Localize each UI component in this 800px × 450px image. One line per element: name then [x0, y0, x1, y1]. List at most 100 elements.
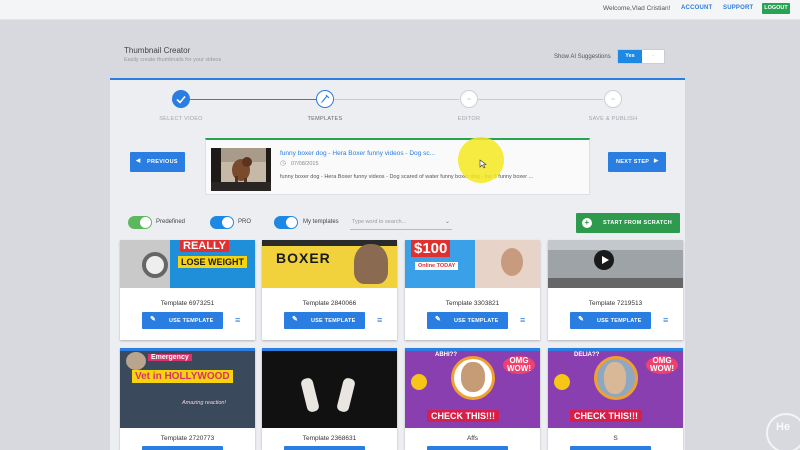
template-name: Template 2720773	[160, 435, 215, 442]
video-title[interactable]: funny boxer dog - Hera Boxer funny video…	[280, 150, 435, 157]
welcome-text: Welcome,Vlad Cristian!	[603, 5, 671, 12]
template-card[interactable]: DELIA?? OMG WOW! CHECK THIS!!! S	[548, 348, 683, 450]
use-template-icon: ✎	[435, 316, 441, 323]
ai-yes-option[interactable]: Yes	[618, 50, 642, 63]
panel-header: Thumbnail Creator Easily create thumbnai…	[110, 36, 685, 78]
thumbnail-text: DELIA??	[574, 352, 600, 358]
thumbnail-text: Emergency	[148, 354, 192, 361]
template-thumbnail: ABHI?? OMG WOW! CHECK THIS!!!	[405, 348, 540, 428]
use-template-button[interactable]: ✎ USE TEMPLATE	[570, 312, 651, 329]
thumbnail-text: CHECK THIS!!!	[427, 410, 499, 422]
video-thumbnail	[211, 148, 271, 191]
use-template-button[interactable]: ✎ USE TEMPLATE	[427, 312, 508, 329]
hamburger-menu-icon[interactable]: ≡	[663, 316, 668, 325]
logout-button[interactable]: LOGOUT	[762, 3, 790, 14]
next-icon: ▶	[654, 158, 659, 164]
hamburger-menu-icon[interactable]: ≡	[520, 316, 525, 325]
template-name: Affs	[466, 435, 479, 442]
use-template-label: USE TEMPLATE	[597, 318, 642, 324]
account-link[interactable]: ACCOUNT	[681, 5, 712, 11]
hamburger-menu-icon[interactable]: ≡	[235, 316, 240, 325]
thumbnail-text: CHECK THIS!!!	[570, 410, 642, 422]
predefined-toggle[interactable]	[128, 216, 152, 229]
step-publish-label: SAVE & PUBLISH	[588, 116, 638, 122]
play-icon	[602, 256, 609, 264]
previous-button[interactable]: ◀ PREVIOUS	[130, 152, 185, 172]
thumbnail-text: OMG WOW!	[503, 356, 535, 374]
template-card[interactable]: Template 2368631	[262, 348, 397, 450]
plus-icon: +	[582, 218, 592, 228]
panel-body: SELECT VIDEO TEMPLATES EDITOR SAVE & PUB…	[110, 80, 685, 450]
step-templates-icon[interactable]	[316, 90, 334, 108]
use-template-button[interactable]	[570, 446, 651, 450]
template-card[interactable]: $100 Online TODAY Template 3303821 ✎ USE…	[405, 240, 540, 340]
watermark-text: He	[776, 421, 791, 433]
thumbnail-text: LOSE WEIGHT	[178, 256, 247, 268]
template-card[interactable]: Template 7219513 ✎ USE TEMPLATE ≡	[548, 240, 683, 340]
template-thumbnail: REALLY LOSE WEIGHT	[120, 240, 255, 288]
next-step-label: NEXT STEP	[616, 159, 650, 165]
template-name: S	[613, 435, 618, 442]
search-placeholder: Type word to search...	[352, 219, 407, 225]
my-templates-label: My templates	[303, 219, 339, 225]
use-template-icon: ✎	[150, 316, 156, 323]
pro-toggle[interactable]	[210, 216, 234, 229]
template-name: Template 7219513	[588, 300, 643, 307]
step-editor-label: EDITOR	[457, 116, 481, 122]
video-date: 07/08/2015	[291, 161, 319, 167]
pro-label: PRO	[238, 219, 252, 225]
date-icon: ◷	[280, 160, 287, 167]
page-title: Thumbnail Creator	[124, 46, 191, 55]
ai-suggestions-toggle[interactable]: Yes ·	[617, 49, 665, 64]
template-name: Template 6973251	[160, 300, 215, 307]
template-thumbnail: $100 Online TODAY	[405, 240, 540, 288]
step-templates-label: TEMPLATES	[307, 116, 343, 122]
step-select-video-label: SELECT VIDEO	[159, 116, 203, 122]
watermark-logo: He	[766, 413, 800, 450]
use-template-label: USE TEMPLATE	[454, 318, 499, 324]
step-editor-icon[interactable]	[460, 90, 478, 108]
support-link[interactable]: SUPPORT	[723, 5, 753, 11]
thumbnail-creator-panel: Thumbnail Creator Easily create thumbnai…	[110, 36, 685, 450]
step-publish-icon[interactable]	[604, 90, 622, 108]
step-connector	[332, 99, 459, 100]
chevron-down-icon[interactable]: ⌄	[445, 218, 450, 225]
thumbnail-text: Vet in HOLLYWOOD	[132, 370, 233, 383]
page-subtitle: Easily create thumbnails for your videos	[124, 57, 222, 63]
next-step-button[interactable]: NEXT STEP ▶	[608, 152, 666, 172]
thumbnail-text: $100	[411, 240, 451, 257]
template-name: Template 2368631	[302, 435, 357, 442]
use-template-button[interactable]	[427, 446, 508, 450]
use-template-label: USE TEMPLATE	[311, 318, 356, 324]
thumbnail-text: ABHI??	[435, 352, 457, 358]
template-card[interactable]: ABHI?? OMG WOW! CHECK THIS!!! Affs	[405, 348, 540, 450]
selected-video-card[interactable]: funny boxer dog - Hera Boxer funny video…	[205, 138, 590, 195]
ai-no-option[interactable]: ·	[642, 50, 664, 63]
use-template-label: USE TEMPLATE	[169, 318, 214, 324]
template-thumbnail: DELIA?? OMG WOW! CHECK THIS!!!	[548, 348, 683, 428]
template-card[interactable]: REALLY LOSE WEIGHT Template 6973251 ✎ US…	[120, 240, 255, 340]
use-template-button[interactable]: ✎ USE TEMPLATE	[284, 312, 365, 329]
start-from-scratch-label: START FROM SCRATCH	[603, 220, 673, 226]
template-search-input[interactable]: Type word to search... ⌄	[350, 214, 452, 230]
template-card[interactable]: BOXER Template 2840066 ✎ USE TEMPLATE ≡	[262, 240, 397, 340]
template-thumbnail	[262, 348, 397, 428]
thumbnail-text: REALLY	[180, 240, 229, 252]
step-connector	[476, 99, 603, 100]
step-connector	[190, 99, 323, 100]
use-template-button[interactable]	[284, 446, 365, 450]
template-name: Template 2840066	[302, 300, 357, 307]
hamburger-menu-icon[interactable]: ≡	[377, 316, 382, 325]
use-template-icon: ✎	[292, 316, 298, 323]
use-template-icon: ✎	[578, 316, 584, 323]
my-templates-toggle[interactable]	[274, 216, 298, 229]
start-from-scratch-button[interactable]: + START FROM SCRATCH	[576, 213, 680, 233]
use-template-button[interactable]	[142, 446, 223, 450]
template-card[interactable]: Emergency Vet in HOLLYWOOD Amazing react…	[120, 348, 255, 450]
mouse-cursor-icon	[479, 159, 487, 169]
use-template-button[interactable]: ✎ USE TEMPLATE	[142, 312, 223, 329]
thumbnail-text: Online TODAY	[415, 262, 459, 270]
previous-icon: ◀	[136, 158, 141, 164]
thumbnail-text: BOXER	[276, 250, 331, 266]
step-select-video-icon[interactable]	[172, 90, 190, 108]
